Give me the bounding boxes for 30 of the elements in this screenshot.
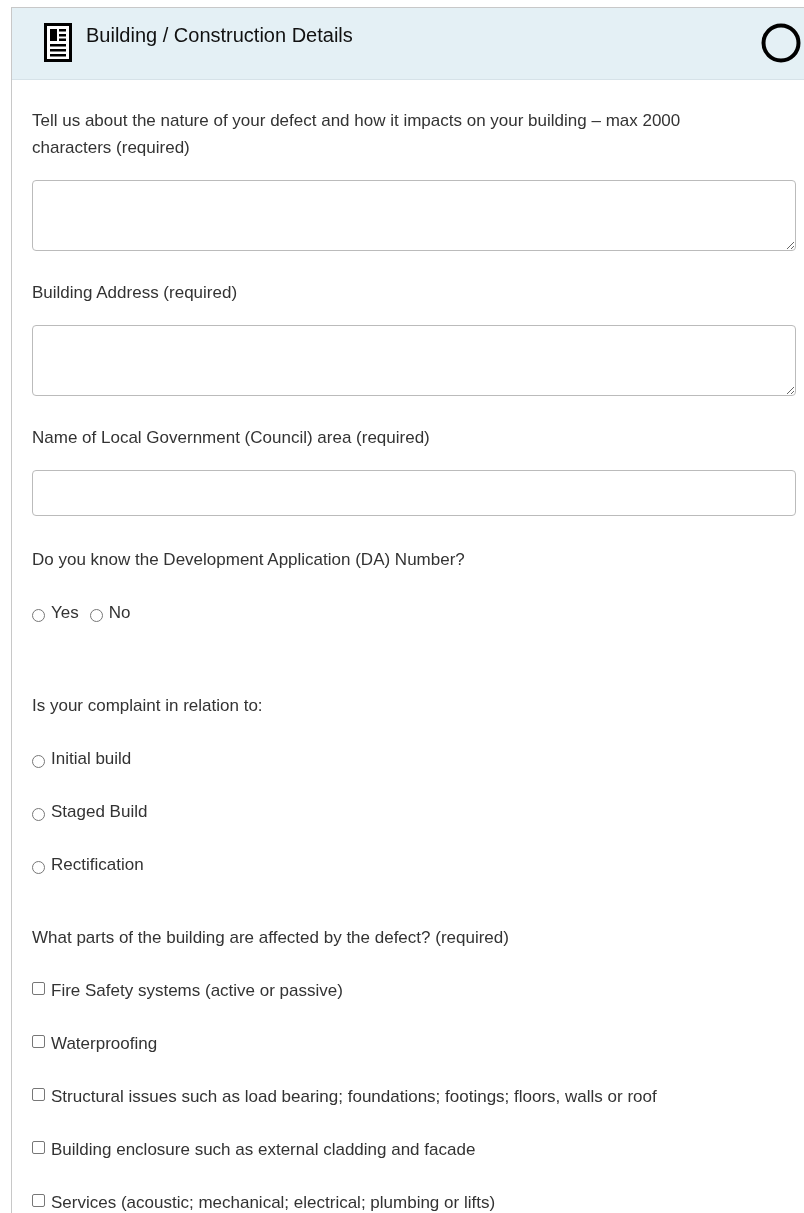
option-label: Waterproofing bbox=[51, 1033, 158, 1055]
option-label: Structural issues such as load bearing; foundations; footings; floors, walls or roof bbox=[51, 1086, 657, 1108]
radio-button[interactable] bbox=[32, 808, 45, 821]
radio-button[interactable] bbox=[89, 609, 103, 622]
panel-title: Building / Construction Details bbox=[86, 23, 353, 48]
checkbox[interactable] bbox=[32, 982, 45, 995]
option-label: No bbox=[108, 602, 131, 624]
field-label: Do you know the Development Application (DA) Number? bbox=[32, 549, 466, 571]
checkbox[interactable] bbox=[32, 1088, 45, 1101]
field-label: What parts of the building are affected by the defect? (required) bbox=[32, 927, 510, 949]
checkbox[interactable] bbox=[32, 1194, 45, 1207]
option-label: Fire Safety systems (active or passive) bbox=[51, 980, 343, 1002]
option-label: Initial build bbox=[51, 748, 132, 770]
field-label: Is your complaint in relation to: bbox=[32, 695, 264, 717]
field-label: Name of Local Government (Council) area (required) bbox=[32, 427, 431, 449]
circle-icon bbox=[761, 23, 801, 63]
radio-button[interactable] bbox=[32, 609, 45, 622]
document-icon bbox=[44, 23, 72, 62]
checkbox[interactable] bbox=[32, 1141, 45, 1154]
option-label: Building enclosure such as external cladding and facade bbox=[51, 1139, 476, 1161]
field-label: Tell us about the nature of your defect and how it impacts on your building – max 2000 characters (required) bbox=[32, 110, 682, 159]
option-label: Yes bbox=[51, 602, 79, 624]
field-label: Building Address (required) bbox=[32, 282, 239, 304]
option-label: Staged Build bbox=[51, 801, 148, 823]
checkbox[interactable] bbox=[32, 1035, 45, 1048]
radio-button[interactable] bbox=[32, 861, 45, 874]
option-label: Rectification bbox=[51, 854, 144, 876]
text-field[interactable] bbox=[32, 470, 796, 516]
option-label: Services (acoustic; mechanical; electrical; plumbing or lifts) bbox=[51, 1192, 496, 1213]
radio-button[interactable] bbox=[32, 755, 45, 768]
